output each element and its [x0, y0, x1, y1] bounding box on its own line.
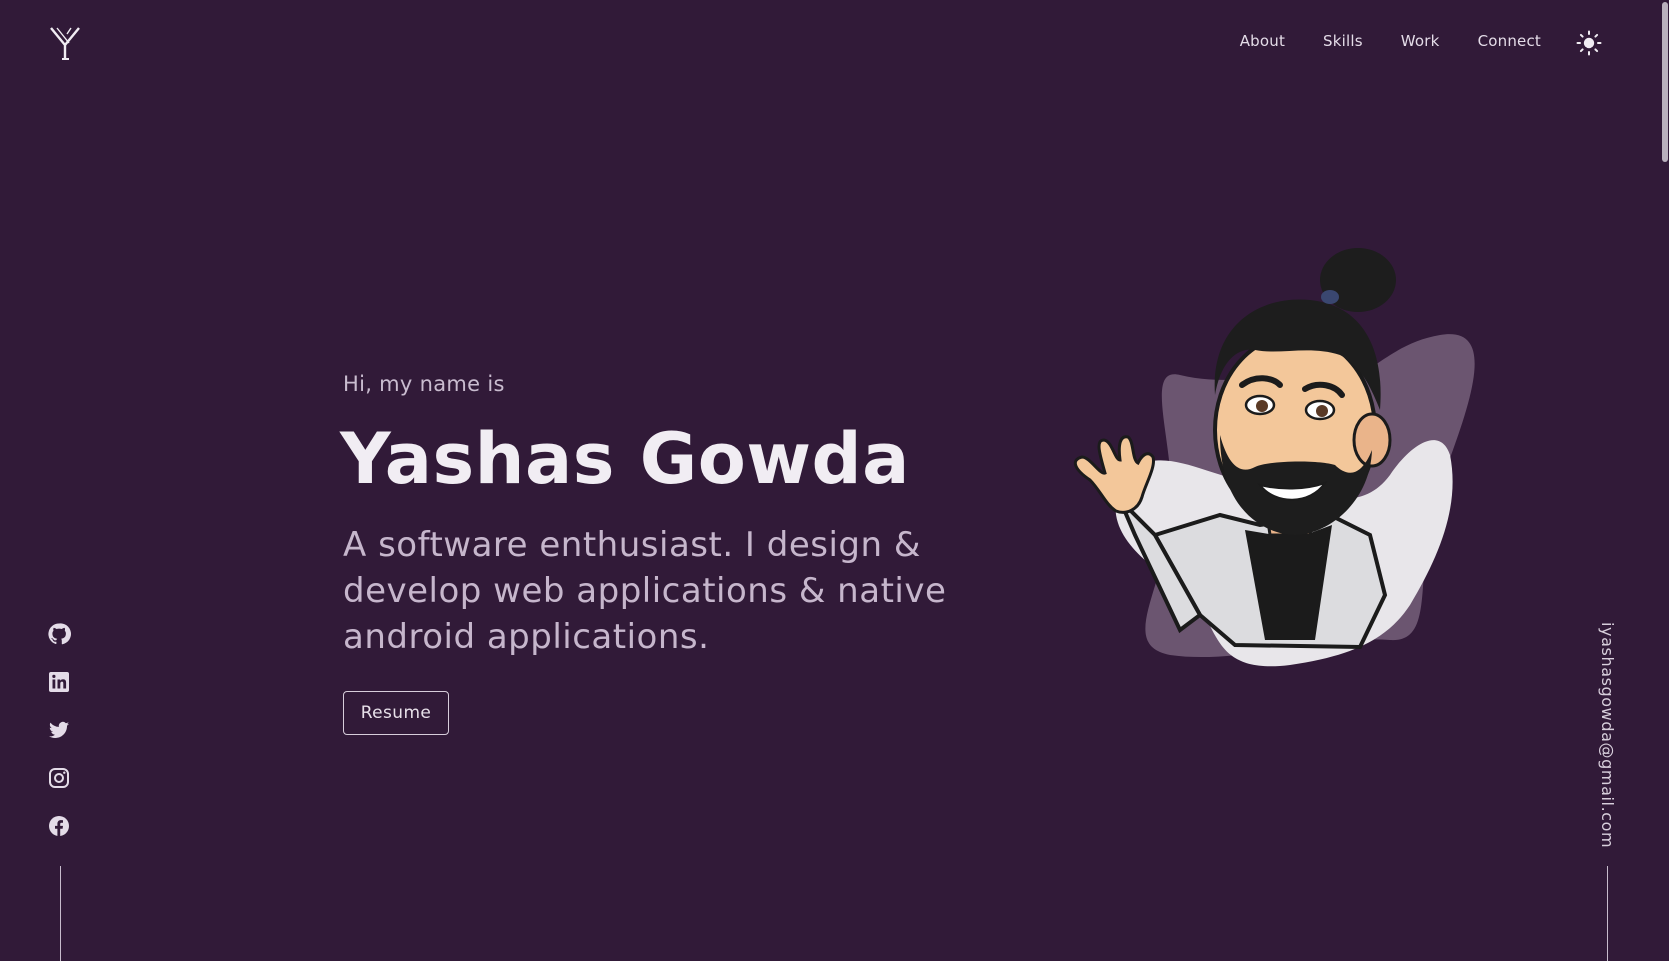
nav-work[interactable]: Work: [1401, 32, 1440, 50]
instagram-icon[interactable]: [47, 766, 71, 790]
resume-button[interactable]: Resume: [343, 691, 449, 735]
nav-about[interactable]: About: [1240, 32, 1285, 50]
email-link[interactable]: iyashasgowda@gmail.com: [1598, 622, 1617, 848]
sun-icon[interactable]: [1576, 30, 1602, 56]
twitter-icon[interactable]: [47, 718, 71, 742]
nav-connect[interactable]: Connect: [1478, 32, 1541, 50]
linkedin-icon[interactable]: [47, 670, 71, 694]
hero-greeting: Hi, my name is: [343, 372, 505, 396]
portfolio-page: About Skills Work Connect Hi, my name is…: [0, 0, 1669, 961]
nav-skills[interactable]: Skills: [1323, 32, 1363, 50]
main-nav: About Skills Work Connect: [1240, 32, 1541, 50]
social-links: [47, 622, 71, 838]
scrollbar-thumb[interactable]: [1662, 2, 1668, 162]
facebook-icon[interactable]: [47, 814, 71, 838]
scrollbar[interactable]: [1659, 0, 1669, 961]
avatar-illustration: [1073, 248, 1475, 667]
logo-icon[interactable]: [49, 25, 85, 61]
hero-tagline: A software enthusiast. I design & develo…: [343, 525, 947, 657]
left-divider-line: [60, 866, 61, 961]
hero-name: Yashas Gowda: [340, 418, 910, 500]
github-icon[interactable]: [47, 622, 71, 646]
right-divider-line: [1607, 866, 1608, 961]
